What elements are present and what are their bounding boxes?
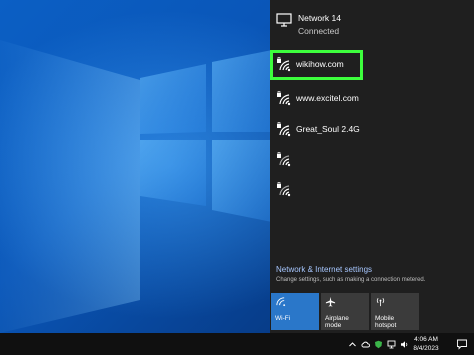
wifi-network-item[interactable]: www.excitel.com [270,87,474,113]
system-tray [348,338,409,350]
network-settings-description: Change settings, such as making a connec… [276,277,426,283]
connected-network-name: Network 14 [298,13,341,23]
clock-date: 8/4/2023 [413,345,439,352]
chevron-up-icon[interactable] [348,340,357,349]
wifi-network-item[interactable] [270,148,474,174]
wifi-icon [276,297,286,307]
taskbar: 4:06 AM 8/4/2023 [0,333,474,355]
wifi-toggle-tile[interactable]: Wi-Fi [271,293,319,330]
connected-network-item[interactable]: Network 14 Connected [270,6,474,38]
ethernet-monitor-icon [276,13,292,27]
notification-icon[interactable] [456,338,468,350]
airplane-mode-tile[interactable]: Airplane mode [321,293,369,330]
clock-time: 4:06 AM [414,336,438,343]
network-settings-link[interactable]: Network & Internet settings [276,265,372,274]
network-icon[interactable] [387,340,396,349]
wifi-network-item[interactable] [270,178,474,204]
secured-wifi-icon [277,122,291,137]
connected-network-status: Connected [298,26,340,36]
airplane-mode-label: Airplane mode [325,315,349,329]
wifi-network-name: www.excitel.com [296,93,359,103]
wifi-network-name: Great_Soul 2.4G [296,124,360,134]
taskbar-clock[interactable]: 4:06 AM 8/4/2023 [404,335,448,353]
highlight-box [270,50,363,80]
mobile-hotspot-tile[interactable]: Mobile hotspot [371,293,419,330]
wifi-tile-label: Wi-Fi [275,315,291,322]
secured-wifi-icon [277,152,291,167]
airplane-icon [325,296,336,307]
hotspot-icon [376,297,385,307]
wifi-network-item[interactable]: Great_Soul 2.4G [270,118,474,144]
secured-wifi-icon [277,91,291,106]
security-shield-icon[interactable] [374,340,383,349]
secured-wifi-icon [277,182,291,197]
cloud-icon[interactable] [361,340,370,349]
mobile-hotspot-label: Mobile hotspot [375,315,397,329]
